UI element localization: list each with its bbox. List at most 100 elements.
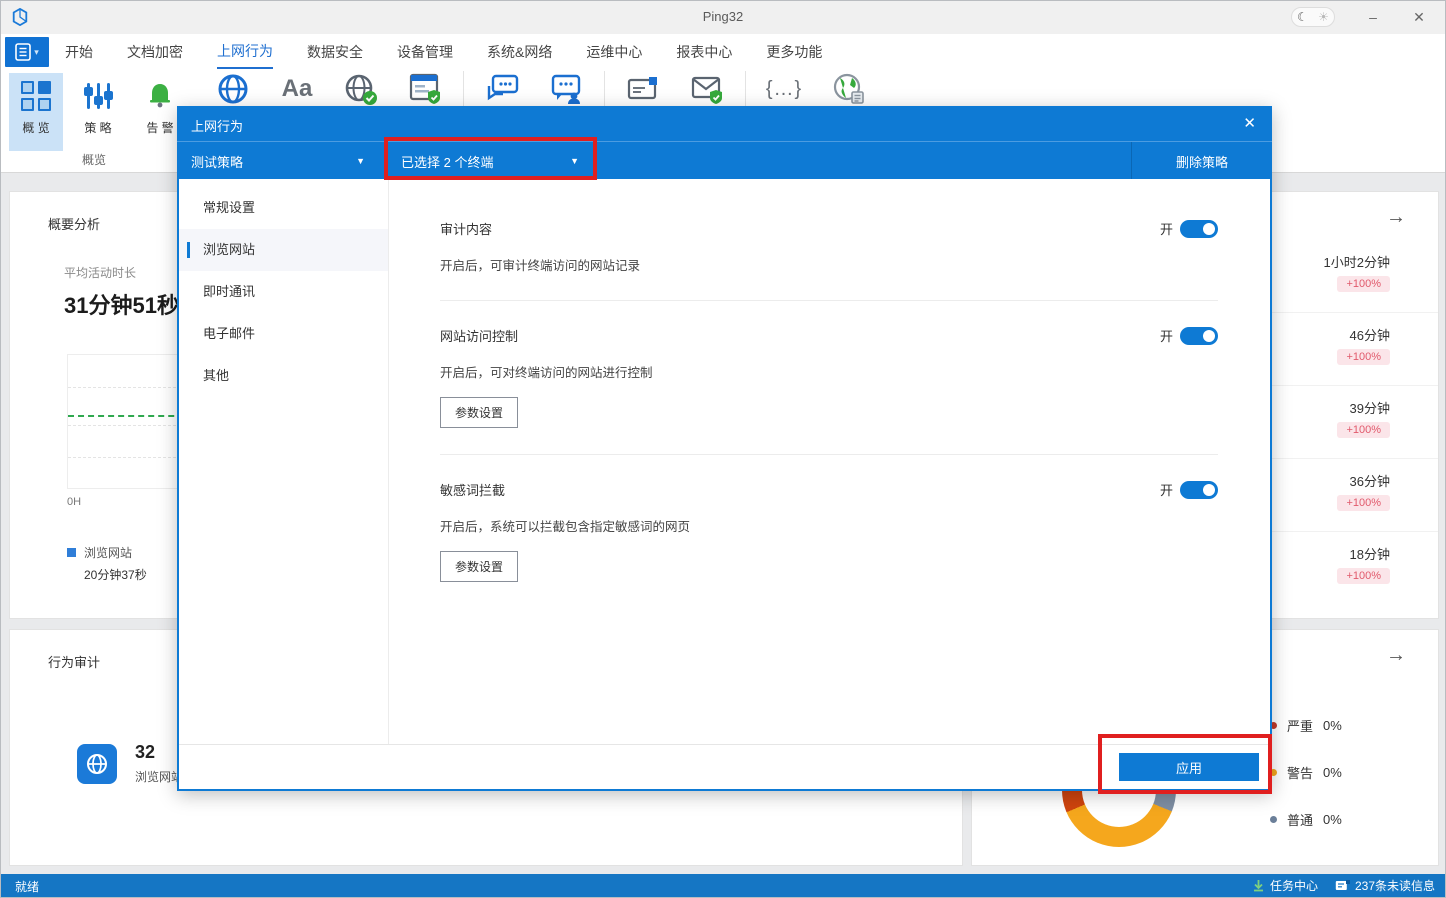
sensitive-word-params-button[interactable]: 参数设置 bbox=[440, 551, 518, 582]
app-menu-button[interactable]: ▾ bbox=[5, 37, 49, 67]
task-center-item[interactable]: 任务中心 bbox=[1252, 877, 1318, 894]
task-center-label: 任务中心 bbox=[1270, 877, 1318, 894]
legend-label: 警告 bbox=[1287, 763, 1313, 782]
section-title: 审计内容 bbox=[440, 219, 492, 238]
legend-label: 严重 bbox=[1287, 716, 1313, 735]
duration-value: 46分钟 bbox=[1350, 325, 1390, 344]
duration-value: 39分钟 bbox=[1350, 398, 1390, 417]
sidebar-item-browse-web[interactable]: 浏览网站 bbox=[179, 229, 388, 271]
chat-control-icon[interactable] bbox=[544, 71, 588, 107]
dialog-close-button[interactable]: ✕ bbox=[1243, 114, 1256, 132]
alert-button-label: 告 警 bbox=[146, 119, 173, 136]
alert-bell-icon bbox=[145, 81, 175, 111]
toggle-state-label: 开 bbox=[1160, 326, 1173, 345]
mail-protect-icon[interactable] bbox=[685, 71, 729, 107]
section-title: 敏感词拦截 bbox=[440, 480, 505, 499]
browse-count-label: 浏览网站 bbox=[135, 768, 183, 785]
terminal-dropdown[interactable]: 已选择 2 个终端 ▼ bbox=[401, 142, 591, 180]
avg-duration-label: 平均活动时长 bbox=[64, 264, 136, 281]
internet-behavior-dialog: 上网行为 ✕ 测试策略 ▼ 已选择 2 个终端 ▼ 删除策略 常规设置 浏览网站… bbox=[177, 106, 1272, 791]
chart-x-axis-label: 0H bbox=[67, 496, 81, 508]
web-stats-icon[interactable] bbox=[826, 71, 870, 107]
appmenu-caret-icon: ▾ bbox=[34, 47, 39, 58]
legend-label: 浏览网站 bbox=[84, 544, 132, 561]
tab-data-security[interactable]: 数据安全 bbox=[307, 35, 363, 68]
mail-audit-icon[interactable] bbox=[621, 71, 665, 107]
duration-value: 36分钟 bbox=[1350, 471, 1390, 490]
terminal-dropdown-label: 已选择 2 个终端 bbox=[401, 152, 493, 171]
moon-icon: ☾ bbox=[1297, 10, 1308, 24]
browse-web-tile[interactable] bbox=[77, 744, 117, 784]
change-badge: +100% bbox=[1337, 422, 1390, 438]
chart-legend: 浏览网站 bbox=[67, 544, 132, 561]
dialog-sidebar: 常规设置 浏览网站 即时通讯 电子邮件 其他 bbox=[179, 179, 389, 744]
status-ready: 就绪 bbox=[15, 878, 39, 895]
minimize-button[interactable]: – bbox=[1359, 5, 1387, 29]
status-bar: 就绪 任务中心 237条未读信息 bbox=[1, 874, 1445, 897]
ribbon-group-label: 概览 bbox=[9, 151, 179, 168]
sidebar-item-email[interactable]: 电子邮件 bbox=[179, 313, 388, 355]
legend-value: 0% bbox=[1323, 812, 1342, 827]
change-badge: +100% bbox=[1337, 495, 1390, 511]
avg-duration-value: 31分钟51秒 bbox=[64, 288, 179, 320]
more-arrow-icon[interactable]: → bbox=[1386, 644, 1406, 667]
dialog-title: 上网行为 bbox=[191, 116, 243, 135]
policy-button[interactable]: 策 略 bbox=[71, 73, 125, 151]
document-menu-icon bbox=[15, 43, 31, 61]
sensitive-word-toggle[interactable] bbox=[1180, 481, 1218, 499]
toolbar-divider bbox=[387, 142, 388, 179]
tab-more-features[interactable]: 更多功能 bbox=[766, 35, 822, 68]
globe-icon bbox=[85, 752, 109, 776]
policy-dropdown[interactable]: 测试策略 ▼ bbox=[191, 142, 387, 180]
policy-button-label: 策 略 bbox=[84, 119, 111, 136]
more-arrow-icon[interactable]: → bbox=[1386, 206, 1406, 229]
normal-dot-icon bbox=[1270, 816, 1277, 823]
section-desc: 开启后，可审计终端访问的网站记录 bbox=[440, 255, 1218, 274]
change-badge: +100% bbox=[1337, 568, 1390, 584]
delete-policy-button[interactable]: 删除策略 bbox=[1132, 142, 1272, 180]
website-allow-icon[interactable] bbox=[339, 71, 383, 107]
chat-audit-icon[interactable] bbox=[480, 71, 524, 107]
sidebar-item-instant-messaging[interactable]: 即时通讯 bbox=[179, 271, 388, 313]
script-braces-icon[interactable]: {…} bbox=[762, 71, 806, 107]
toggle-state-label: 开 bbox=[1160, 480, 1173, 499]
site-access-toggle[interactable] bbox=[1180, 327, 1218, 345]
web-browse-icon[interactable] bbox=[211, 71, 255, 107]
section-desc: 开启后，系统可以拦截包含指定敏感词的网页 bbox=[440, 516, 1218, 535]
tab-report-center[interactable]: 报表中心 bbox=[676, 35, 732, 68]
browse-count: 32 bbox=[135, 742, 155, 763]
tab-doc-encryption[interactable]: 文档加密 bbox=[127, 35, 183, 68]
unread-messages-label: 237条未读信息 bbox=[1355, 877, 1435, 894]
overview-card-title: 概要分析 bbox=[48, 214, 100, 233]
legend-value: 0% bbox=[1323, 718, 1342, 733]
duration-value: 1小时2分钟 bbox=[1324, 252, 1390, 271]
tab-ops-center[interactable]: 运维中心 bbox=[586, 35, 642, 68]
sidebar-item-other[interactable]: 其他 bbox=[179, 355, 388, 397]
section-divider bbox=[440, 300, 1218, 301]
keyword-aa-icon[interactable]: Aa bbox=[275, 71, 319, 107]
legend-item-critical: 严重 0% bbox=[1270, 716, 1342, 735]
audit-content-toggle[interactable] bbox=[1180, 220, 1218, 238]
tab-device-management[interactable]: 设备管理 bbox=[397, 35, 453, 68]
chevron-down-icon: ▼ bbox=[356, 156, 365, 166]
apply-button[interactable]: 应用 bbox=[1119, 753, 1259, 781]
site-access-params-button[interactable]: 参数设置 bbox=[440, 397, 518, 428]
window-close-button[interactable]: ✕ bbox=[1405, 5, 1433, 29]
unread-messages-item[interactable]: 237条未读信息 bbox=[1335, 877, 1435, 894]
overview-button[interactable]: 概 览 bbox=[9, 73, 63, 151]
sidebar-item-general[interactable]: 常规设置 bbox=[179, 187, 388, 229]
chevron-down-icon: ▼ bbox=[570, 156, 579, 166]
behavior-audit-title: 行为审计 bbox=[48, 652, 100, 671]
tab-internet-behavior[interactable]: 上网行为 bbox=[217, 34, 273, 69]
sun-icon: ☀ bbox=[1318, 10, 1329, 24]
change-badge: +100% bbox=[1337, 349, 1390, 365]
overview-grid-icon bbox=[21, 81, 51, 111]
download-icon bbox=[1252, 879, 1265, 892]
section-divider bbox=[440, 454, 1218, 455]
duration-value: 18分钟 bbox=[1350, 544, 1390, 563]
tab-home[interactable]: 开始 bbox=[65, 35, 93, 68]
theme-toggle[interactable]: ☾ ☀ bbox=[1291, 7, 1335, 27]
tab-system-network[interactable]: 系统&网络 bbox=[487, 35, 552, 68]
webpage-protect-icon[interactable] bbox=[403, 71, 447, 107]
legend-item-warning: 警告 0% bbox=[1270, 763, 1342, 782]
